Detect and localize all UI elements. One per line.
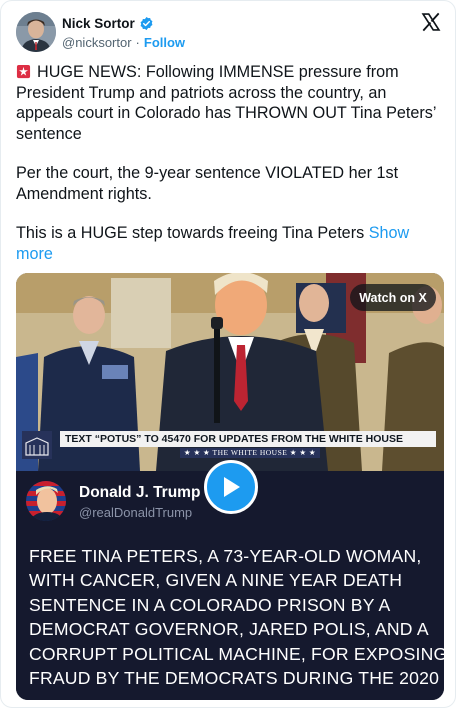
play-button[interactable] — [204, 460, 258, 514]
verified-badge-icon — [140, 16, 153, 30]
tweet-card[interactable]: Nick Sortor @nicksortor · Follow HUGE NE… — [0, 0, 456, 708]
author-avatar[interactable] — [16, 12, 56, 52]
embedded-post-text: FREE TINA PETERS, A 73-YEAR-OLD WOMAN, W… — [29, 546, 444, 689]
separator-dot: · — [135, 35, 140, 50]
embedded-post-author-handle: @realDonaldTrump — [79, 505, 193, 520]
white-house-seal-icon — [22, 431, 52, 459]
chyron-subtitle: ★ ★ ★ THE WHITE HOUSE ★ ★ ★ — [180, 448, 320, 458]
tweet-paragraph-3-text: This is a HUGE step towards freeing Tina… — [16, 224, 365, 242]
tweet-paragraph-1: HUGE NEWS: Following IMMENSE pressure fr… — [16, 62, 436, 144]
chyron-text: TEXT “POTUS” TO 45470 FOR UPDATES FROM T… — [60, 431, 436, 447]
tweet-paragraph-1-text: HUGE NEWS: Following IMMENSE pressure fr… — [16, 63, 436, 143]
watch-on-x-button[interactable]: Watch on X — [350, 284, 436, 311]
x-logo-icon[interactable] — [421, 12, 441, 32]
embedded-post-avatar — [26, 481, 66, 521]
play-icon — [224, 477, 240, 497]
follow-button[interactable]: Follow — [144, 35, 185, 50]
tweet-header: Nick Sortor @nicksortor · Follow — [16, 12, 441, 54]
tweet-paragraph-2: Per the court, the 9-year sentence VIOLA… — [16, 164, 399, 203]
siren-emoji-icon — [16, 64, 31, 79]
tweet-text: HUGE NEWS: Following IMMENSE pressure fr… — [16, 62, 436, 283]
video-chyron: TEXT “POTUS” TO 45470 FOR UPDATES FROM T… — [60, 431, 436, 459]
video-media[interactable]: TEXT “POTUS” TO 45470 FOR UPDATES FROM T… — [16, 273, 444, 700]
embedded-post-author-name: Donald J. Trump — [79, 484, 201, 501]
tweet-paragraph-3: This is a HUGE step towards freeing Tina… — [16, 223, 436, 264]
author-handle[interactable]: @nicksortor — [62, 35, 132, 50]
author-name[interactable]: Nick Sortor — [62, 16, 135, 31]
